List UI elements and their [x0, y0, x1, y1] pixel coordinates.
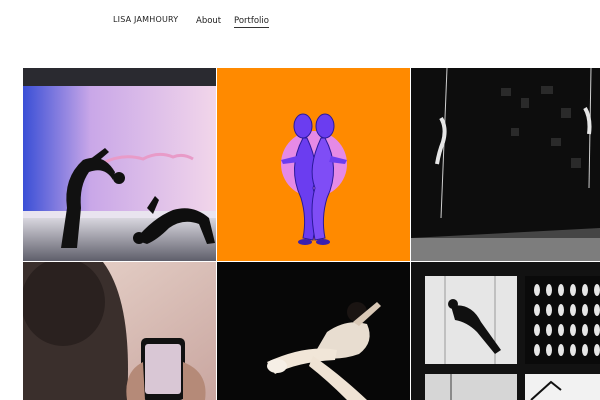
performance-dancers-image	[23, 68, 216, 261]
site-header: LISA JAMHOURY About Portfolio	[0, 0, 600, 60]
portfolio-grid	[23, 68, 600, 400]
portfolio-tile-purple-figure[interactable]	[217, 68, 410, 261]
nav-about-link[interactable]: About	[196, 16, 221, 26]
phone-recording-image	[23, 262, 216, 400]
portfolio-tile-aerial-performance[interactable]	[411, 68, 600, 261]
dancer-spotlight-image	[217, 262, 410, 400]
portfolio-tile-phone-recording[interactable]	[23, 262, 216, 400]
portfolio-tile-performance-dancers[interactable]	[23, 68, 216, 261]
portfolio-tile-photo-collage[interactable]	[411, 262, 600, 400]
portfolio-tile-dancer-spotlight[interactable]	[217, 262, 410, 400]
purple-figure-image	[217, 68, 410, 261]
site-brand[interactable]: LISA JAMHOURY	[113, 15, 178, 24]
photo-collage-image	[411, 262, 600, 400]
nav-portfolio-link[interactable]: Portfolio	[234, 16, 269, 28]
aerial-performance-image	[411, 68, 600, 261]
